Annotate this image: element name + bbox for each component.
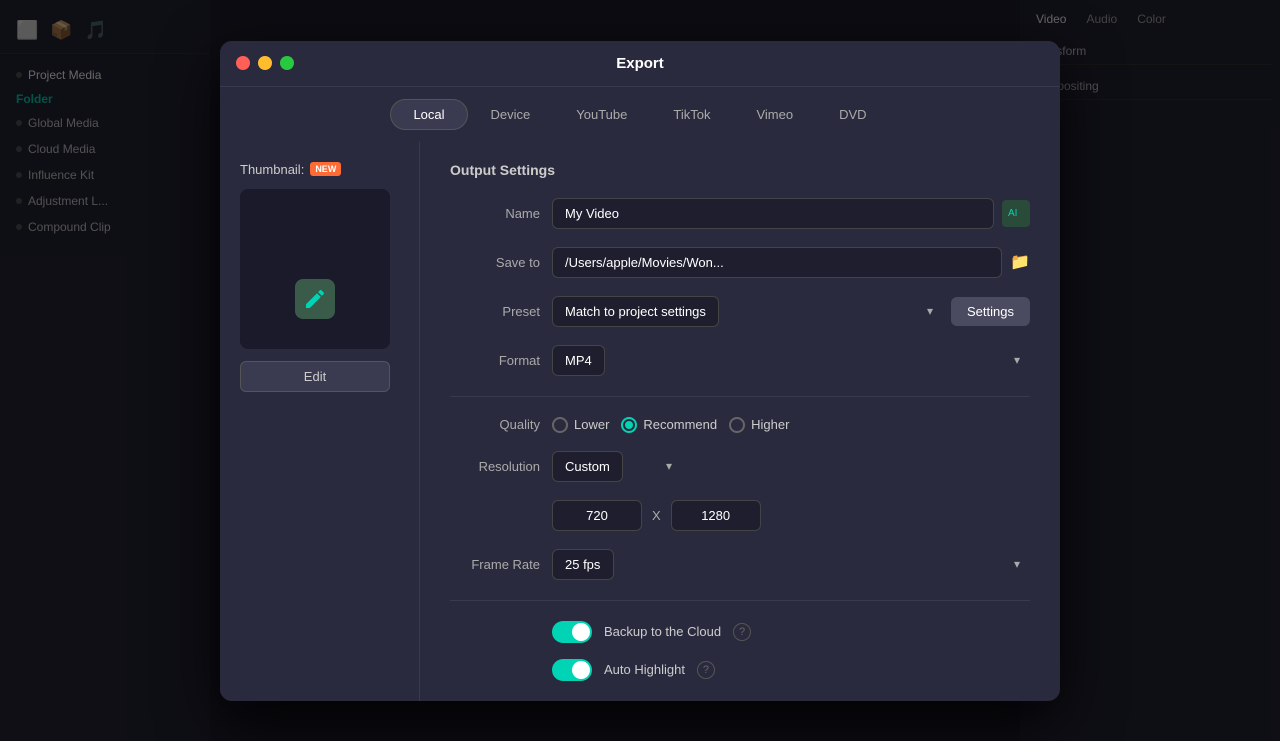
resolution-height-input[interactable]	[671, 500, 761, 531]
resolution-select-wrapper: Custom	[552, 451, 682, 482]
frame-rate-select-wrapper: 25 fps	[552, 549, 1030, 580]
resolution-label: Resolution	[450, 459, 540, 474]
resolution-x-separator: X	[652, 508, 661, 523]
divider-2	[450, 600, 1030, 601]
tab-vimeo[interactable]: Vimeo	[733, 99, 816, 130]
backup-cloud-label: Backup to the Cloud	[604, 624, 721, 639]
tab-dvd[interactable]: DVD	[816, 99, 889, 130]
resolution-values: X	[552, 500, 761, 531]
modal-title: Export	[616, 55, 664, 72]
auto-highlight-toggle[interactable]	[552, 659, 592, 681]
tab-youtube[interactable]: YouTube	[553, 99, 650, 130]
thumbnail-panel: Thumbnail: NEW Edit	[220, 142, 420, 701]
quality-recommend-radio[interactable]	[621, 417, 637, 433]
preset-input-container: Match to project settings Settings	[552, 296, 1030, 327]
modal-overlay: Export Local Device YouTube TikTok Vimeo…	[0, 0, 1280, 741]
format-label: Format	[450, 353, 540, 368]
export-modal: Export Local Device YouTube TikTok Vimeo…	[220, 41, 1060, 701]
edit-thumbnail-button[interactable]: Edit	[240, 361, 390, 392]
resolution-width-input[interactable]	[552, 500, 642, 531]
name-input-container: AI	[552, 198, 1030, 229]
quality-lower-radio[interactable]	[552, 417, 568, 433]
name-row: Name AI	[450, 198, 1030, 229]
modal-titlebar: Export	[220, 41, 1060, 87]
quality-higher-option[interactable]: Higher	[729, 417, 789, 433]
save-to-input-container: 📁	[552, 247, 1030, 278]
format-row: Format MP4	[450, 345, 1030, 376]
modal-content: Thumbnail: NEW Edit Output Settings	[220, 142, 1060, 701]
backup-help-icon[interactable]: ?	[733, 623, 751, 641]
tab-local[interactable]: Local	[390, 99, 467, 130]
quality-row: Quality Lower Recommend Higher	[450, 417, 1030, 433]
folder-browse-icon[interactable]: 📁	[1010, 252, 1030, 272]
auto-highlight-label: Auto Highlight	[604, 662, 685, 677]
resolution-select[interactable]: Custom	[552, 451, 623, 482]
quality-recommend-option[interactable]: Recommend	[621, 417, 717, 433]
format-select[interactable]: MP4	[552, 345, 605, 376]
quality-lower-option[interactable]: Lower	[552, 417, 609, 433]
save-to-row: Save to 📁	[450, 247, 1030, 278]
thumbnail-label: Thumbnail: NEW	[240, 162, 399, 177]
name-input[interactable]	[552, 198, 994, 229]
resolution-input-container: Custom	[552, 451, 682, 482]
preset-select-wrapper: Match to project settings	[552, 296, 943, 327]
close-window-button[interactable]	[236, 56, 250, 70]
thumbnail-pencil-icon	[295, 279, 335, 319]
save-to-label: Save to	[450, 255, 540, 270]
preset-label: Preset	[450, 304, 540, 319]
preset-settings-button[interactable]: Settings	[951, 297, 1030, 326]
resolution-values-row: X	[450, 500, 1030, 531]
backup-cloud-toggle[interactable]	[552, 621, 592, 643]
tab-device[interactable]: Device	[468, 99, 554, 130]
tab-tiktok[interactable]: TikTok	[650, 99, 733, 130]
ai-icon: AI	[1008, 204, 1024, 220]
frame-rate-label: Frame Rate	[450, 557, 540, 572]
window-controls	[236, 56, 294, 70]
quality-higher-radio[interactable]	[729, 417, 745, 433]
auto-highlight-help-icon[interactable]: ?	[697, 661, 715, 679]
quality-label: Quality	[450, 417, 540, 432]
auto-highlight-row: Auto Highlight ?	[450, 659, 1030, 681]
svg-text:AI: AI	[1008, 208, 1017, 219]
save-to-input[interactable]	[552, 247, 1002, 278]
minimize-window-button[interactable]	[258, 56, 272, 70]
thumbnail-preview	[240, 189, 390, 349]
frame-rate-row: Frame Rate 25 fps	[450, 549, 1030, 580]
frame-rate-select[interactable]: 25 fps	[552, 549, 614, 580]
format-select-wrapper: MP4	[552, 345, 1030, 376]
ai-name-button[interactable]: AI	[1002, 200, 1030, 227]
divider-1	[450, 396, 1030, 397]
maximize-window-button[interactable]	[280, 56, 294, 70]
resolution-row: Resolution Custom	[450, 451, 1030, 482]
name-label: Name	[450, 206, 540, 221]
preset-select[interactable]: Match to project settings	[552, 296, 719, 327]
preset-row: Preset Match to project settings Setting…	[450, 296, 1030, 327]
output-settings-title: Output Settings	[450, 162, 1030, 178]
modal-tabs: Local Device YouTube TikTok Vimeo DVD	[220, 87, 1060, 142]
new-badge: NEW	[310, 162, 341, 176]
pencil-icon	[303, 287, 327, 311]
backup-cloud-row: Backup to the Cloud ?	[450, 621, 1030, 643]
quality-options: Lower Recommend Higher	[552, 417, 789, 433]
output-settings-panel: Output Settings Name AI Sa	[420, 142, 1060, 701]
